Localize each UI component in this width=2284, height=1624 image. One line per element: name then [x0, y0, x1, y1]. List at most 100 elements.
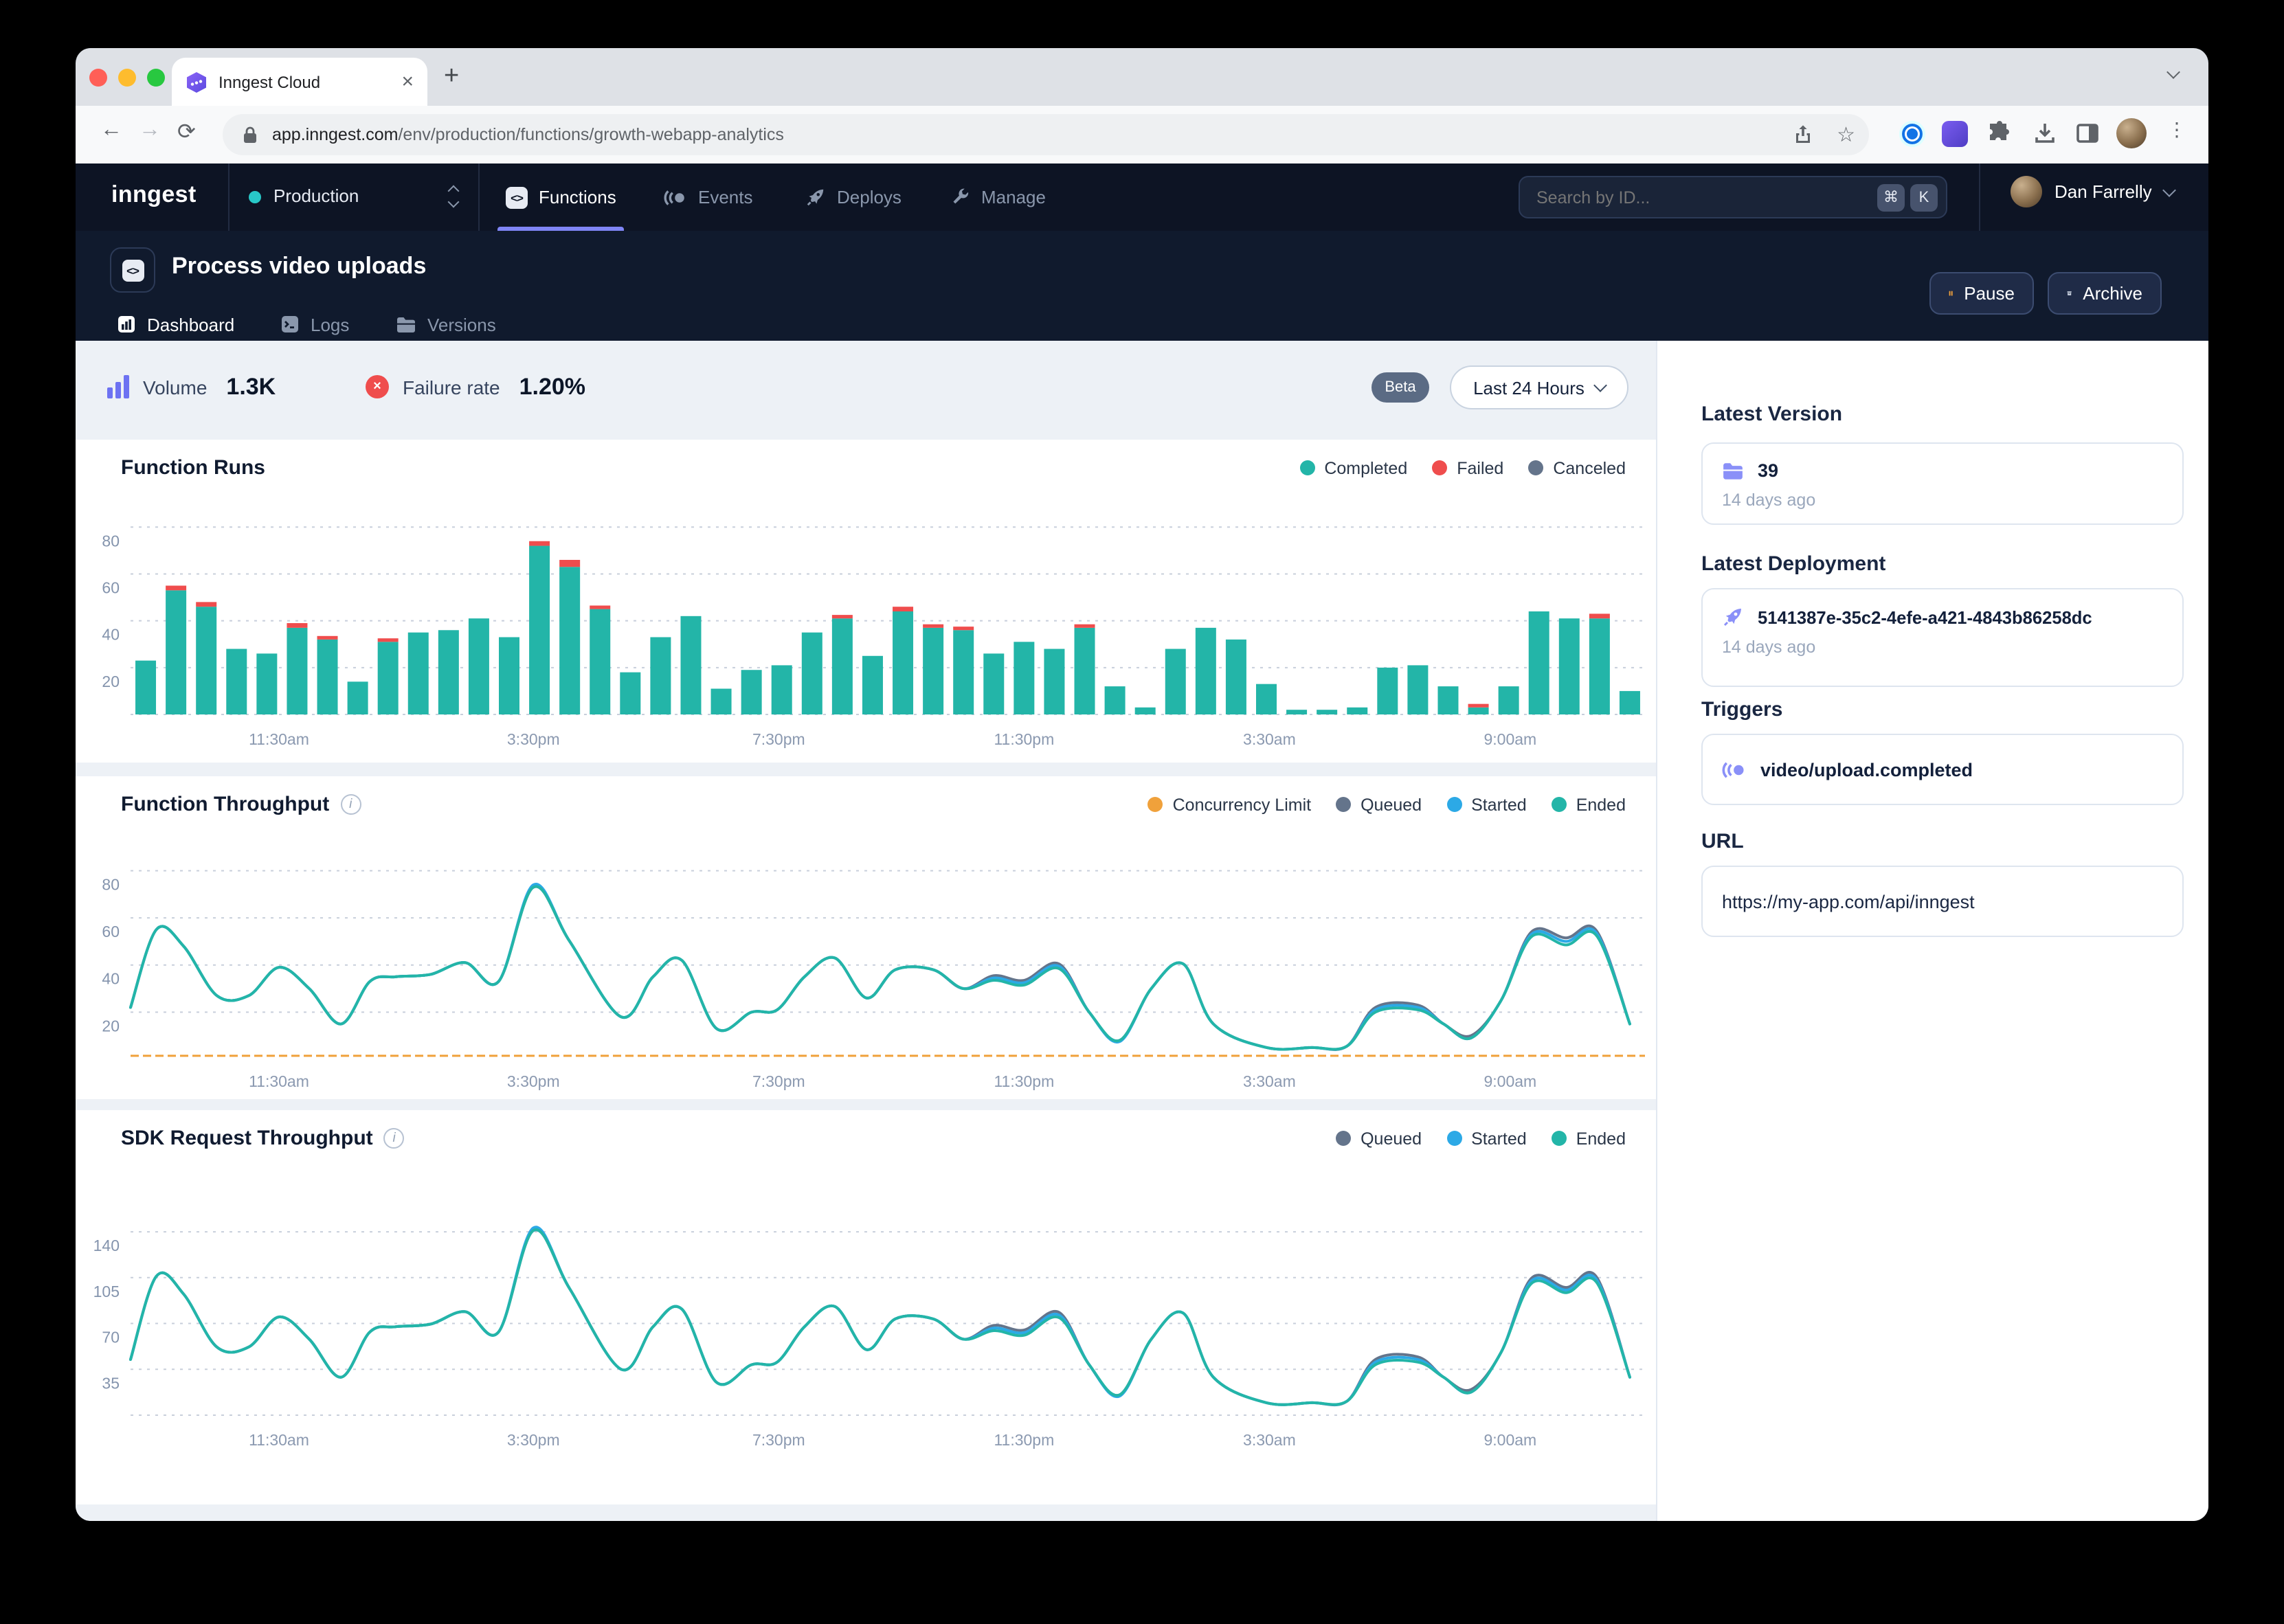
function-throughput-chart[interactable]: 2040608011:30am3:30pm7:30pm11:30pm3:30am… — [76, 817, 1656, 1106]
environment-selector[interactable]: Production — [273, 185, 359, 206]
svg-text:140: 140 — [93, 1237, 120, 1254]
svg-text:11:30pm: 11:30pm — [994, 730, 1054, 748]
purple-extension-icon[interactable] — [1942, 121, 1968, 147]
url-section: URL — [1701, 830, 2184, 853]
function-runs-chart[interactable]: 2040608011:30am3:30pm7:30pm11:30pm3:30am… — [76, 481, 1656, 769]
latest-version-card[interactable]: 39 14 days ago — [1701, 442, 2184, 525]
inngest-logo[interactable]: inngest — [111, 181, 197, 209]
archive-button[interactable]: Archive — [2048, 272, 2162, 315]
nav-item-manage[interactable]: Manage — [950, 163, 1046, 231]
chevron-down-icon — [1593, 378, 1607, 392]
latest-deployment-section: Latest Deployment — [1701, 552, 2184, 576]
sdk-request-throughput-chart[interactable]: 357010514011:30am3:30pm7:30pm11:30pm3:30… — [76, 1140, 1656, 1463]
failure-icon: × — [366, 375, 389, 398]
browser-profile-avatar[interactable] — [2116, 118, 2147, 148]
logs-terminal-icon — [280, 315, 300, 334]
legend-dot — [1552, 797, 1567, 812]
latest-version-value: 39 — [1758, 460, 1778, 481]
svg-text:40: 40 — [102, 970, 120, 988]
time-range-dropdown[interactable]: Last 24 Hours — [1450, 365, 1628, 409]
nav-item-events[interactable]: Events — [664, 163, 753, 231]
svg-text:11:30am: 11:30am — [249, 1431, 309, 1449]
downloads-icon[interactable] — [2033, 121, 2057, 146]
beta-badge: Beta — [1371, 372, 1429, 403]
back-icon[interactable]: ← — [100, 118, 122, 143]
pause-button[interactable]: Pause — [1929, 272, 2034, 315]
tab-title: Inngest Cloud — [219, 72, 390, 91]
user-menu[interactable]: Dan Farrelly — [2011, 176, 2174, 207]
zoom-window-button[interactable] — [147, 69, 165, 87]
failure-rate-stat: × Failure rate 1.20% — [366, 341, 585, 433]
bottom-strip — [76, 1504, 1656, 1521]
url-path: /env/production/functions/growth-webapp-… — [398, 125, 783, 144]
new-tab-button[interactable]: + — [444, 62, 459, 92]
svg-text:7:30pm: 7:30pm — [752, 730, 805, 748]
svg-text:11:30pm: 11:30pm — [994, 1431, 1054, 1449]
tab-logs[interactable]: Logs — [280, 308, 349, 341]
svg-text:11:30am: 11:30am — [249, 730, 309, 748]
user-avatar — [2011, 176, 2042, 207]
environment-status-dot — [249, 191, 261, 203]
minimize-window-button[interactable] — [118, 69, 136, 87]
search-box[interactable]: ⌘ K — [1519, 176, 1947, 218]
versions-folder-icon — [396, 315, 416, 333]
url-card[interactable]: https://my-app.com/api/inngest — [1701, 866, 2184, 937]
details-sidebar: Latest Version 39 14 days ago Latest Dep… — [1656, 341, 2208, 1521]
cmd-keycap: ⌘ — [1877, 183, 1905, 211]
svg-text:7:30pm: 7:30pm — [752, 1072, 805, 1090]
url-domain: app.inngest.com — [272, 125, 398, 144]
nav-item-functions[interactable]: <> Functions — [506, 163, 616, 231]
sidebar-toggle-icon[interactable] — [2075, 121, 2100, 146]
latest-deployment-card[interactable]: 5141387e-35c2-4efe-a421-4843b86258dc 14 … — [1701, 588, 2184, 687]
environment-selector-chevrons-icon[interactable] — [449, 187, 458, 206]
forward-icon[interactable]: → — [139, 118, 161, 143]
legend-item-concurrency-limit: Concurrency Limit — [1148, 795, 1311, 814]
address-bar[interactable]: app.inngest.com/env/production/functions… — [223, 114, 1869, 155]
archive-icon — [2067, 284, 2072, 302]
legend-dot — [1446, 797, 1462, 812]
legend-label: Ended — [1576, 795, 1626, 814]
svg-text:7:30pm: 7:30pm — [752, 1431, 805, 1449]
extensions-puzzle-icon[interactable] — [1987, 121, 2012, 146]
reload-icon[interactable]: ⟳ — [177, 118, 196, 146]
nav-item-label: Deploys — [837, 187, 902, 207]
share-icon[interactable] — [1793, 124, 1812, 146]
event-trigger-icon — [1722, 759, 1747, 780]
volume-label: Volume — [143, 376, 207, 398]
stats-bar: Volume 1.3K × Failure rate 1.20% Beta La… — [76, 341, 1656, 433]
browser-tab[interactable]: Inngest Cloud × — [172, 58, 427, 106]
pause-icon — [1949, 284, 1953, 302]
legend-label: Failed — [1457, 458, 1503, 477]
search-input[interactable] — [1536, 188, 1872, 207]
function-url: https://my-app.com/api/inngest — [1722, 891, 1975, 912]
window-controls — [89, 69, 165, 87]
tab-label: Dashboard — [147, 314, 234, 335]
function-runs-legend: CompletedFailedCanceled — [1299, 458, 1626, 477]
chart-title: Function Throughput — [121, 793, 329, 816]
svg-text:3:30am: 3:30am — [1243, 1431, 1296, 1449]
bookmark-star-icon[interactable]: ☆ — [1837, 122, 1855, 147]
browser-toolbar: ← → ⟳ app.inngest.com/env/production/fun… — [76, 106, 2208, 163]
failure-label: Failure rate — [403, 376, 500, 398]
pause-label: Pause — [1964, 283, 2015, 304]
function-icon-box: <> — [110, 247, 155, 293]
svg-text:3:30am: 3:30am — [1243, 1072, 1296, 1090]
close-window-button[interactable] — [89, 69, 107, 87]
trigger-card[interactable]: video/upload.completed — [1701, 734, 2184, 805]
svg-text:3:30pm: 3:30pm — [507, 1431, 560, 1449]
latest-deployment-meta: 14 days ago — [1722, 638, 2163, 657]
info-icon[interactable]: i — [340, 794, 361, 815]
main-column: Volume 1.3K × Failure rate 1.20% Beta La… — [76, 341, 1656, 1521]
tab-versions[interactable]: Versions — [396, 308, 496, 341]
password-manager-extension-icon[interactable] — [1899, 121, 1925, 147]
tab-search-chevron-icon[interactable] — [2167, 65, 2180, 79]
section-title: Latest Version — [1701, 403, 2184, 426]
svg-text:70: 70 — [102, 1329, 120, 1346]
nav-item-deploys[interactable]: Deploys — [805, 163, 902, 231]
section-title: URL — [1701, 830, 2184, 853]
browser-menu-kebab-icon[interactable]: ⋮ — [2167, 118, 2186, 142]
function-throughput-card: Function Throughput i Concurrency LimitQ… — [76, 776, 1656, 1099]
tab-dashboard[interactable]: Dashboard — [117, 308, 234, 341]
nav-item-label: Manage — [981, 187, 1046, 207]
close-tab-icon[interactable]: × — [401, 71, 414, 92]
